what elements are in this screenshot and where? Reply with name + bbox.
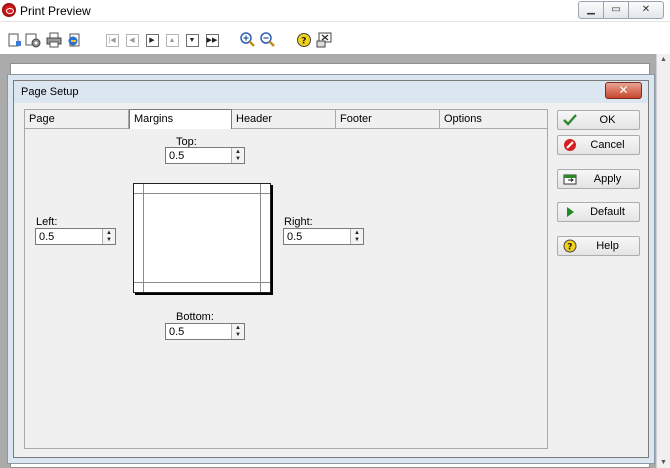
bottom-margin-stepper[interactable]: ▲ ▼: [231, 324, 244, 339]
default-label: Default: [590, 206, 625, 218]
spin-up-icon[interactable]: ▲: [235, 149, 241, 155]
page-setup-dialog: Page Setup ✕ Page Margins Header Footer …: [13, 80, 649, 458]
tab-panel: Page Margins Header Footer Options Top: …: [24, 109, 548, 449]
dialog-titlebar: Page Setup ✕: [14, 81, 648, 103]
help-label: Help: [596, 240, 619, 252]
page-up-icon[interactable]: ▲: [164, 32, 180, 48]
close-button[interactable]: ✕: [628, 1, 664, 19]
cancel-label: Cancel: [590, 139, 625, 151]
tab-header[interactable]: Header: [232, 110, 336, 129]
top-margin-value[interactable]: 0.5: [169, 150, 184, 162]
margin-preview: [133, 183, 271, 293]
window-title: Print Preview: [20, 4, 91, 18]
app-icon: [2, 3, 16, 17]
tab-options-label: Options: [444, 113, 482, 125]
left-margin-stepper[interactable]: ▲ ▼: [102, 229, 115, 244]
export-icon[interactable]: [67, 32, 83, 48]
spin-down-icon[interactable]: ▼: [235, 156, 241, 162]
bottom-margin-guide: [134, 282, 270, 283]
page-down-icon[interactable]: ▼: [184, 32, 200, 48]
bottom-margin-value[interactable]: 0.5: [169, 326, 184, 338]
tab-footer[interactable]: Footer: [336, 110, 440, 129]
dialog-title: Page Setup: [21, 86, 79, 98]
right-margin-stepper[interactable]: ▲ ▼: [350, 229, 363, 244]
top-margin-guide: [134, 193, 270, 194]
print-icon[interactable]: [46, 32, 62, 48]
apply-icon: [563, 174, 577, 185]
dialog-close-button[interactable]: ✕: [605, 82, 642, 99]
bottom-margin-label: Bottom:: [176, 311, 214, 323]
svg-text:?: ?: [301, 37, 306, 47]
close-icon: ✕: [618, 83, 629, 97]
left-margin-guide: [143, 184, 144, 292]
help-button[interactable]: ? Help: [557, 236, 640, 256]
help-icon: ?: [563, 239, 577, 253]
bottom-margin-field[interactable]: 0.5 ▲ ▼: [165, 323, 245, 340]
checkmark-icon: [563, 114, 577, 126]
right-margin-field[interactable]: 0.5 ▲ ▼: [283, 228, 364, 245]
maximize-button[interactable]: ▭: [603, 1, 629, 19]
new-page-icon[interactable]: [6, 32, 22, 48]
close-preview-icon[interactable]: [316, 32, 332, 48]
zoom-in-icon[interactable]: [240, 32, 256, 48]
vertical-scrollbar[interactable]: ▲ ▼: [656, 54, 670, 468]
top-margin-stepper[interactable]: ▲ ▼: [231, 148, 244, 163]
right-margin-guide: [260, 184, 261, 292]
tab-options[interactable]: Options: [440, 110, 547, 129]
tab-strip: Page Margins Header Footer Options: [25, 109, 547, 129]
apply-label: Apply: [593, 173, 622, 185]
left-margin-label: Left:: [36, 216, 58, 228]
first-page-icon[interactable]: |◀: [104, 32, 120, 48]
ok-button[interactable]: OK: [557, 110, 640, 130]
tab-page-label: Page: [29, 113, 55, 125]
spin-up-icon[interactable]: ▲: [354, 230, 360, 236]
spin-down-icon[interactable]: ▼: [354, 237, 360, 243]
preview-toolbar: |◀ ◀ ▶ ▲ ▼ ▶▶ ?: [0, 28, 670, 52]
scroll-down-icon[interactable]: ▼: [660, 459, 667, 466]
play-icon: [567, 207, 574, 217]
spin-down-icon[interactable]: ▼: [106, 237, 112, 243]
apply-button[interactable]: Apply: [557, 169, 640, 189]
tab-footer-label: Footer: [340, 113, 372, 125]
window-titlebar: Print Preview ▁ ▭ ✕: [0, 0, 670, 22]
scroll-up-icon[interactable]: ▲: [660, 56, 667, 63]
ok-label: OK: [599, 114, 616, 126]
cancel-button[interactable]: Cancel: [557, 135, 640, 155]
spin-down-icon[interactable]: ▼: [235, 332, 241, 338]
svg-text:?: ?: [567, 243, 572, 253]
tab-page[interactable]: Page: [25, 110, 129, 129]
left-margin-value[interactable]: 0.5: [39, 231, 54, 243]
page-setup-icon[interactable]: [25, 32, 41, 48]
spin-up-icon[interactable]: ▲: [235, 325, 241, 331]
previous-page-icon[interactable]: ◀: [124, 32, 140, 48]
top-margin-field[interactable]: 0.5 ▲ ▼: [165, 147, 245, 164]
tab-margins[interactable]: Margins: [129, 109, 232, 129]
cancel-icon: [564, 139, 576, 151]
tab-header-label: Header: [236, 113, 273, 125]
default-button[interactable]: Default: [557, 202, 640, 222]
tab-margins-label: Margins: [134, 113, 174, 125]
minimize-button[interactable]: ▁: [578, 1, 604, 19]
zoom-out-icon[interactable]: [260, 32, 276, 48]
right-margin-value[interactable]: 0.5: [287, 231, 302, 243]
last-page-icon[interactable]: ▶▶: [204, 32, 220, 48]
next-page-icon[interactable]: ▶: [144, 32, 160, 48]
help-icon[interactable]: ?: [296, 32, 312, 48]
spin-up-icon[interactable]: ▲: [106, 230, 112, 236]
right-margin-label: Right:: [284, 216, 313, 228]
left-margin-field[interactable]: 0.5 ▲ ▼: [35, 228, 116, 245]
